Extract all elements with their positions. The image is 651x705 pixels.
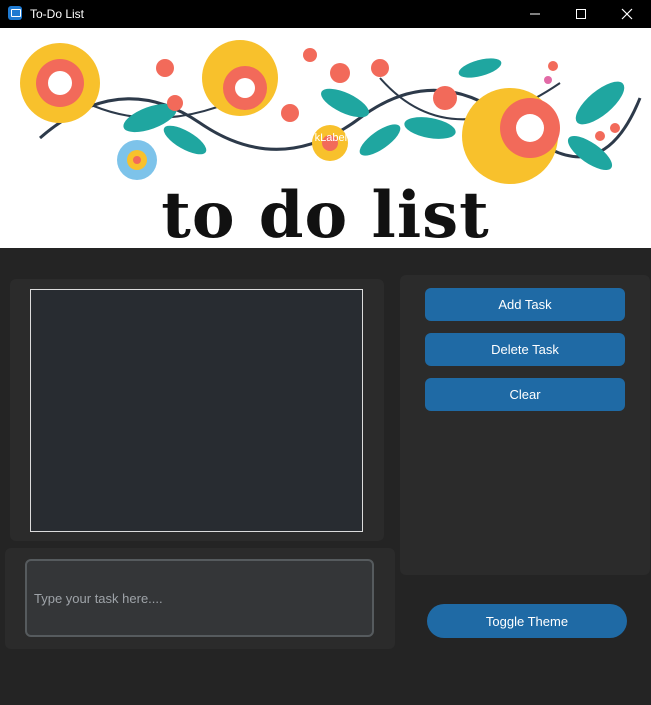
close-icon — [621, 8, 633, 20]
close-button[interactable] — [604, 0, 650, 28]
maximize-button[interactable] — [558, 0, 604, 28]
minimize-icon — [530, 13, 540, 15]
task-entry-frame — [5, 548, 395, 649]
task-input[interactable] — [25, 559, 374, 637]
delete-task-button[interactable]: Delete Task — [425, 333, 625, 366]
button-panel: Add Task Delete Task Clear — [400, 275, 650, 575]
title-bar: To-Do List — [0, 0, 651, 28]
ctk-label-overlay: CTkLabel — [300, 132, 348, 144]
banner-image: CTkLabel to do list — [0, 28, 651, 248]
minimize-button[interactable] — [512, 0, 558, 28]
clear-button[interactable]: Clear — [425, 378, 625, 411]
maximize-icon — [576, 9, 586, 19]
toggle-theme-button[interactable]: Toggle Theme — [427, 604, 627, 638]
app-window-icon — [8, 6, 22, 20]
banner-title: to do list — [161, 178, 490, 248]
task-list-frame — [10, 279, 384, 541]
add-task-button[interactable]: Add Task — [425, 288, 625, 321]
window-title: To-Do List — [30, 7, 85, 21]
task-listbox[interactable] — [30, 289, 363, 532]
